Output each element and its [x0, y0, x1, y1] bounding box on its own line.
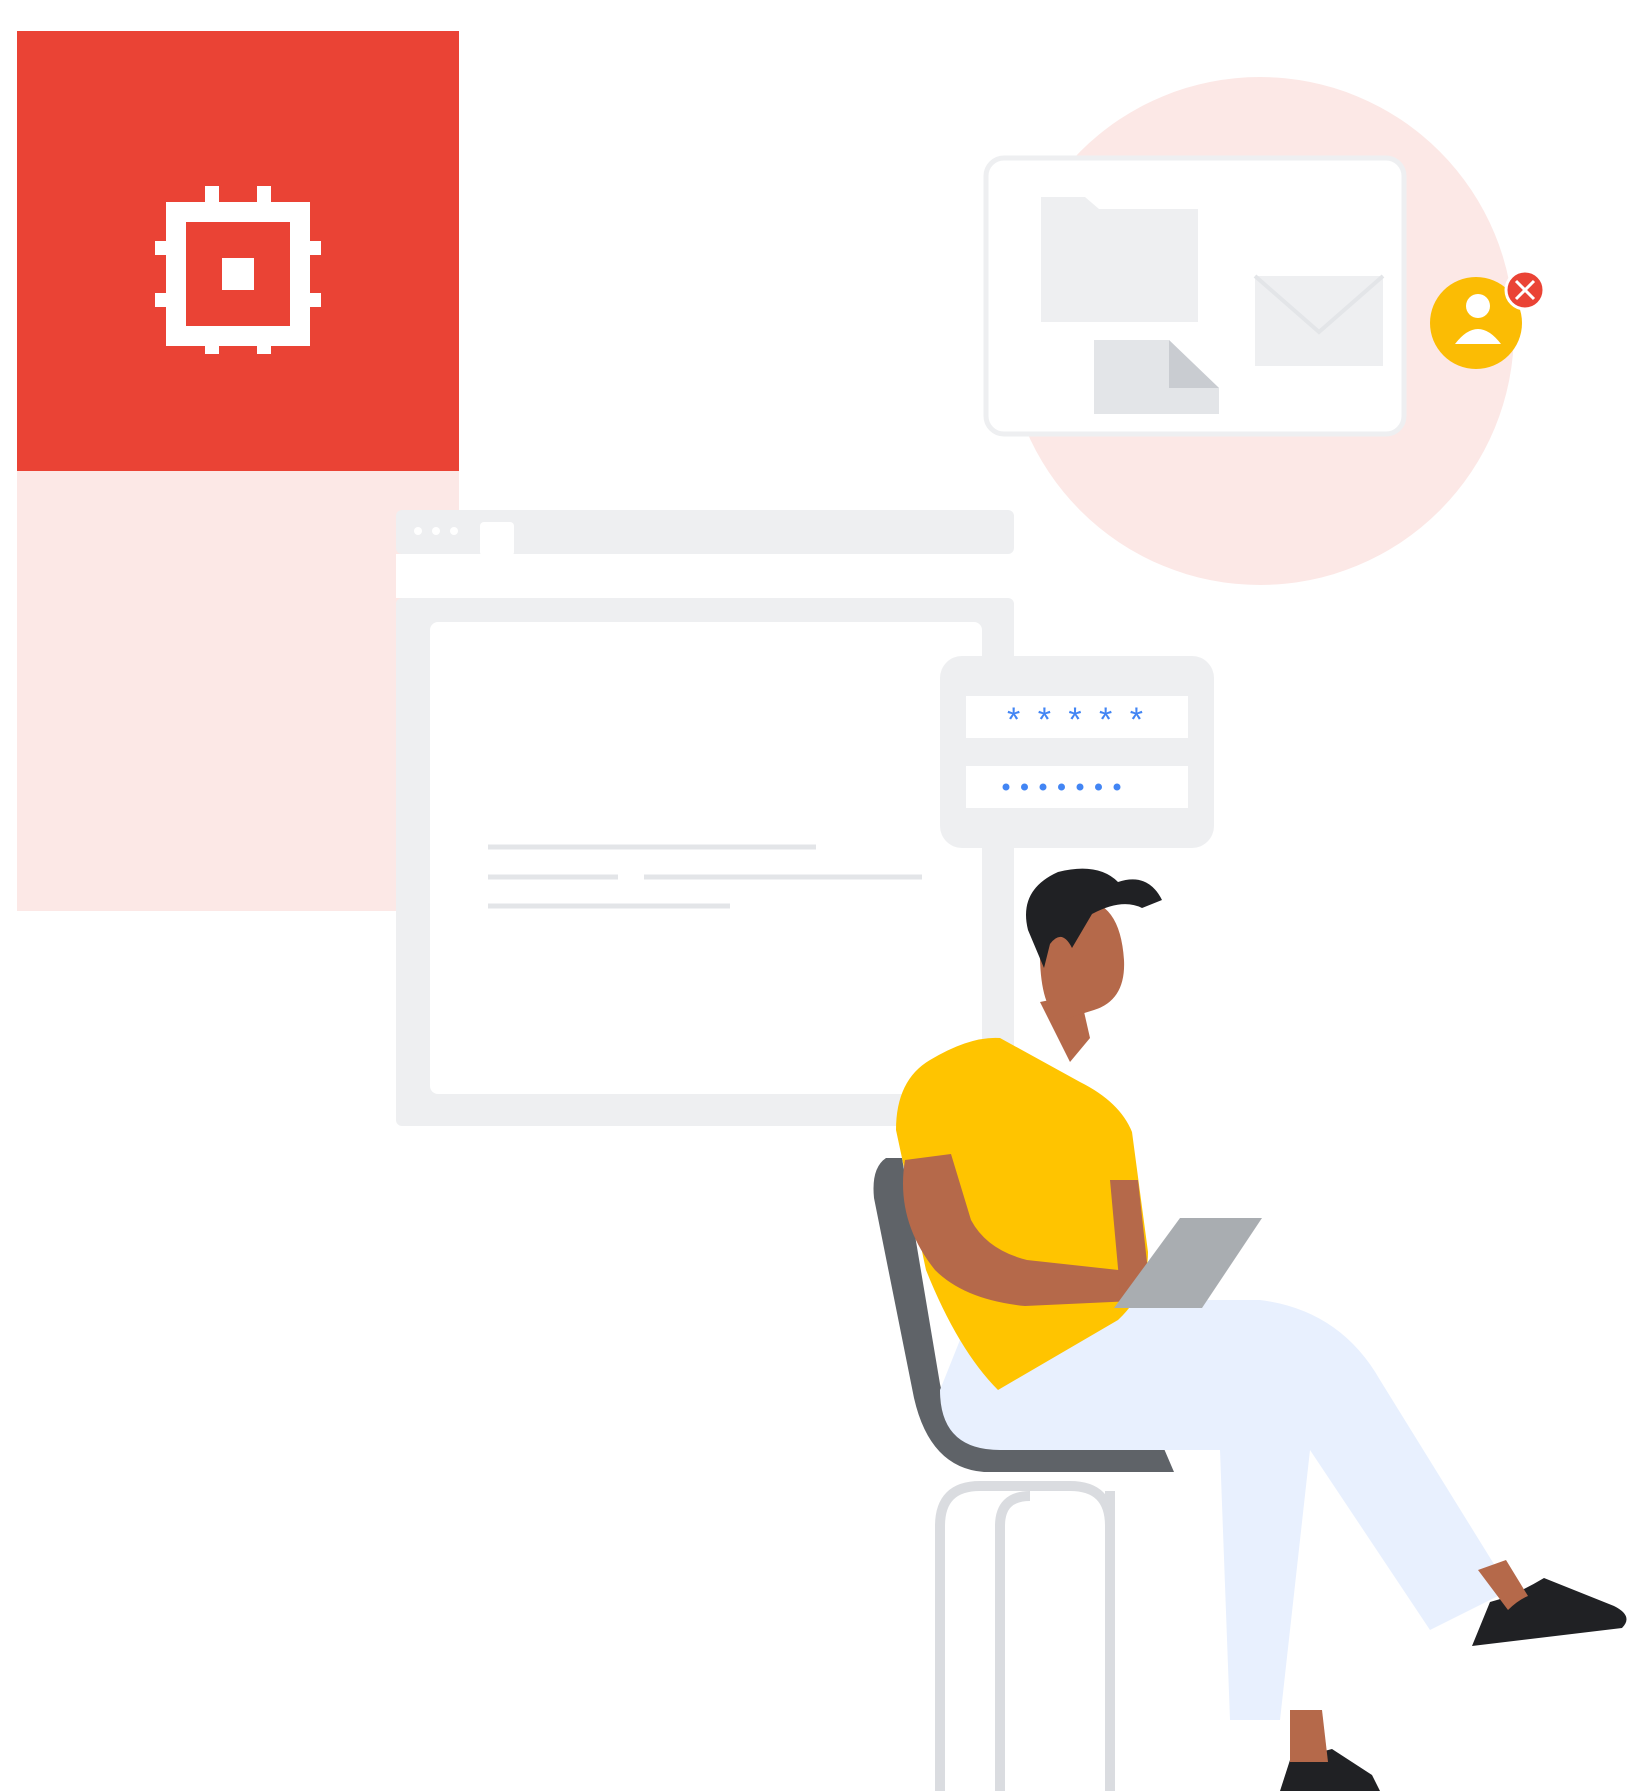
security-illustration: * * * * * [17, 31, 1627, 1791]
password-dot [1002, 783, 1010, 791]
chip-panel [17, 31, 459, 911]
stool [935, 1481, 1115, 1791]
folder-icon [1041, 197, 1198, 322]
close-icon [1504, 269, 1546, 311]
chip-panel-red-tile [17, 31, 459, 471]
password-dot [1076, 783, 1084, 791]
browser-content [430, 622, 982, 1094]
password-dot [1039, 783, 1047, 791]
password-dot [1058, 783, 1065, 791]
password-dot [1021, 783, 1028, 791]
username-mask: * * * * * [1007, 701, 1147, 739]
password-dot [1095, 783, 1102, 791]
browser-window [396, 510, 1014, 1126]
login-card: * * * * * [940, 656, 1214, 848]
login-card-background [940, 656, 1214, 848]
password-dot [1113, 783, 1121, 791]
chip-icon [155, 186, 321, 354]
mail-icon [1253, 274, 1385, 366]
browser-active-tab [480, 522, 514, 556]
browser-address-bar [396, 554, 1014, 598]
ankle-left [1290, 1710, 1328, 1762]
window-dots-icon [414, 527, 458, 535]
